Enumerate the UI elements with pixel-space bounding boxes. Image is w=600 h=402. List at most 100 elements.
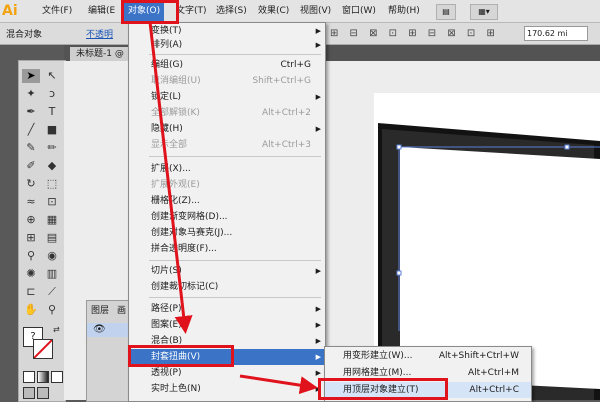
blend-tool-icon[interactable]: ◉: [43, 249, 61, 263]
menu-item-pattern[interactable]: 图案(E) ▶: [129, 317, 325, 333]
selection-type-label: 混合对象: [6, 30, 43, 40]
submenu-arrow-icon: ▶: [315, 267, 321, 275]
opacity-link[interactable]: 不透明: [86, 27, 113, 40]
color-mode-icon[interactable]: [23, 371, 35, 383]
lasso-tool-icon[interactable]: ↄ: [43, 87, 61, 101]
visibility-eye-icon[interactable]: 👁: [93, 324, 106, 335]
app-logo: Ai: [2, 3, 18, 19]
envelope-distort-submenu: 用变形建立(W)... Alt+Shift+Ctrl+W 用网格建立(M)... A…: [324, 346, 532, 402]
submenu-arrow-icon: ▶: [315, 321, 321, 329]
menu-item-object-mosaic[interactable]: 创建对象马赛克(J)...: [129, 225, 325, 241]
eyedropper-tool-icon[interactable]: ⚲: [22, 249, 40, 263]
rectangle-tool-icon[interactable]: ■: [43, 123, 61, 137]
submenu-arrow-icon: ▶: [315, 93, 321, 101]
submenu-item-make-with-warp[interactable]: 用变形建立(W)... Alt+Shift+Ctrl+W: [325, 348, 531, 364]
menu-separator: [149, 297, 321, 298]
submenu-item-make-with-mesh[interactable]: 用网格建立(M)... Alt+Ctrl+M: [325, 365, 531, 381]
none-mode-icon[interactable]: [51, 371, 63, 383]
menu-item-path[interactable]: 路径(P) ▶: [129, 301, 325, 317]
menu-item-blend[interactable]: 混合(B) ▶: [129, 333, 325, 349]
menu-window[interactable]: 窗口(W): [342, 0, 376, 22]
menu-effect[interactable]: 效果(C): [258, 0, 289, 22]
mesh-tool-icon[interactable]: ⊞: [22, 231, 40, 245]
submenu-arrow-icon: ▶: [315, 125, 321, 133]
layers-panel: 图层 画 👁: [86, 300, 132, 402]
menu-type[interactable]: 文字(T): [176, 0, 207, 22]
rotate-tool-icon[interactable]: ↻: [22, 177, 40, 191]
symbol-sprayer-tool-icon[interactable]: ✺: [22, 267, 40, 281]
submenu-arrow-icon: ▶: [315, 353, 321, 361]
hand-tool-icon[interactable]: ✋: [22, 303, 40, 317]
menu-item-perspective[interactable]: 透视(P) ▶: [129, 365, 325, 381]
artboard-tool-icon[interactable]: ⊏: [22, 285, 40, 299]
zoom-tool-icon[interactable]: ⚲: [43, 303, 61, 317]
menu-separator: [149, 54, 321, 55]
menu-edit[interactable]: 编辑(E: [88, 0, 115, 22]
object-menu-dropdown: 变换(T) ▶ 排列(A) ▶ 编组(G) Ctrl+G 取消编组(U) Shift+C…: [128, 22, 326, 402]
none-slash-icon: [34, 340, 52, 358]
submenu-arrow-icon: ▶: [315, 305, 321, 313]
arrange-docs-icon[interactable]: ▦▾: [470, 4, 498, 20]
menu-object[interactable]: 对象(O): [124, 0, 165, 22]
menu-item-expand[interactable]: 扩展(X)...: [129, 161, 325, 177]
paintbrush-tool-icon[interactable]: ✎: [22, 141, 40, 155]
shape-builder-tool-icon[interactable]: ⊕: [22, 213, 40, 227]
menu-item-ungroup[interactable]: 取消编组(U) Shift+Ctrl+G: [129, 73, 325, 89]
width-tool-icon[interactable]: ≈: [22, 195, 40, 209]
layer-row[interactable]: 👁: [87, 323, 131, 337]
menu-item-arrange[interactable]: 排列(A) ▶: [129, 37, 325, 53]
slice-tool-icon[interactable]: ⟋: [43, 285, 61, 299]
menu-item-lock[interactable]: 锁定(L) ▶: [129, 89, 325, 105]
type-tool-icon[interactable]: T: [43, 105, 61, 119]
direct-selection-tool-icon[interactable]: ↖: [43, 69, 61, 83]
menu-separator: [149, 156, 321, 157]
free-transform-tool-icon[interactable]: ⊡: [43, 195, 61, 209]
scale-tool-icon[interactable]: ⬚: [43, 177, 61, 191]
menu-item-envelope-distort[interactable]: 封套扭曲(V) ▶: [129, 349, 325, 365]
gradient-tool-icon[interactable]: ▤: [43, 231, 61, 245]
tools-panel: ➤ ↖ ✦ ↄ ✒ T ╱ ■ ✎ ✏ ✐ ◆ ↻ ⬚ ≈ ⊡ ⊕ ▦ ⊞ ▤ …: [18, 60, 66, 402]
gradient-mode-icon[interactable]: [37, 371, 49, 383]
document-tab[interactable]: 未标题-1 @: [70, 47, 130, 61]
layers-tab[interactable]: 图层: [91, 303, 109, 316]
menu-item-slice[interactable]: 切片(S) ▶: [129, 263, 325, 279]
menu-item-live-paint[interactable]: 实时上色(N) ▶: [129, 381, 325, 397]
menu-item-group[interactable]: 编组(G) Ctrl+G: [129, 57, 325, 73]
width-field[interactable]: 170.62 mi: [524, 26, 588, 41]
line-tool-icon[interactable]: ╱: [22, 123, 40, 137]
blob-brush-tool-icon[interactable]: ✐: [22, 159, 40, 173]
eraser-tool-icon[interactable]: ◆: [43, 159, 61, 173]
menu-item-crop-marks[interactable]: 创建裁切标记(C): [129, 279, 325, 295]
swap-colors-icon[interactable]: ⇄: [53, 325, 60, 334]
menu-item-expand-appearance[interactable]: 扩展外观(E): [129, 177, 325, 193]
menu-bar: Ai 文件(F) 编辑(E 对象(O) 文字(T) 选择(S) 效果(C) 视图…: [0, 0, 600, 23]
draw-mode-icon[interactable]: [23, 387, 35, 399]
artboards-tab[interactable]: 画: [117, 303, 126, 316]
menu-item-unlock-all[interactable]: 全部解锁(K) Alt+Ctrl+2: [129, 105, 325, 121]
submenu-arrow-icon: ▶: [315, 385, 321, 393]
menu-separator: [149, 260, 321, 261]
menu-item-rasterize[interactable]: 栅格化(Z)...: [129, 193, 325, 209]
selection-tool-icon[interactable]: ➤: [22, 69, 40, 83]
submenu-item-make-with-top-object[interactable]: 用顶层对象建立(T) Alt+Ctrl+C: [325, 382, 531, 398]
menu-item-hide[interactable]: 隐藏(H) ▶: [129, 121, 325, 137]
magic-wand-tool-icon[interactable]: ✦: [22, 87, 40, 101]
graph-tool-icon[interactable]: ▥: [43, 267, 61, 281]
menu-help[interactable]: 帮助(H): [388, 0, 420, 22]
pencil-tool-icon[interactable]: ✏: [43, 141, 61, 155]
bridge-icon[interactable]: ▤: [436, 4, 456, 20]
submenu-arrow-icon: ▶: [315, 337, 321, 345]
menu-file[interactable]: 文件(F): [42, 0, 72, 22]
menu-item-flatten-transparency[interactable]: 拼合透明度(F)...: [129, 241, 325, 257]
menu-view[interactable]: 视图(V): [300, 0, 331, 22]
screen-mode-icon[interactable]: [37, 387, 49, 399]
submenu-arrow-icon: ▶: [315, 41, 321, 49]
menu-item-show-all[interactable]: 显示全部 Alt+Ctrl+3: [129, 137, 325, 153]
submenu-arrow-icon: ▶: [315, 369, 321, 377]
perspective-grid-tool-icon[interactable]: ▦: [43, 213, 61, 227]
menu-item-gradient-mesh[interactable]: 创建渐变网格(D)...: [129, 209, 325, 225]
align-icons[interactable]: ⊞ ⊟ ⊠ ⊡ ⊞ ⊟ ⊠ ⊡ ⊞: [330, 28, 510, 40]
pen-tool-icon[interactable]: ✒: [22, 105, 40, 119]
stroke-swatch[interactable]: [33, 339, 53, 359]
menu-select[interactable]: 选择(S): [216, 0, 247, 22]
